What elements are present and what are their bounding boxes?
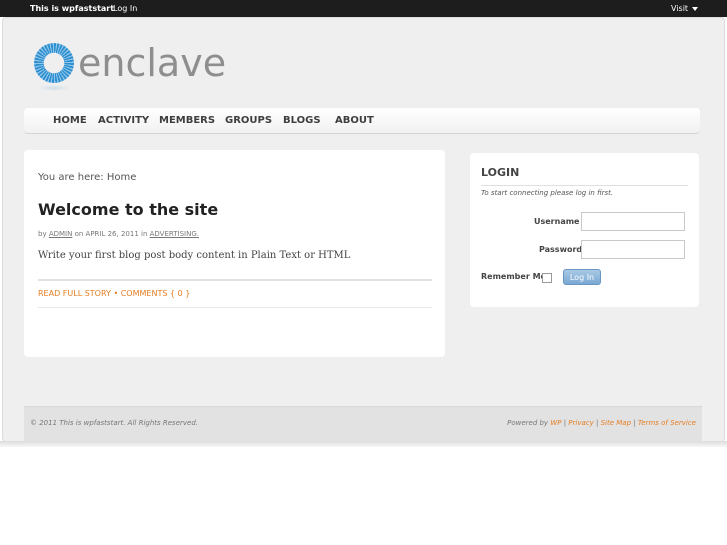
divider xyxy=(38,279,432,281)
footer-sep: | xyxy=(563,419,567,427)
footer: © 2011 This is wpfaststart. All Rights R… xyxy=(24,406,702,441)
post-title[interactable]: Welcome to the site xyxy=(38,200,218,219)
password-field[interactable] xyxy=(581,240,685,259)
admin-bar-site-link[interactable]: This is wpfaststart xyxy=(30,4,114,13)
admin-bar-visit-menu[interactable]: Visit xyxy=(671,4,688,13)
powered-by-text: Powered by xyxy=(507,419,549,427)
footer-copyright: © 2011 This is wpfaststart. All Rights R… xyxy=(30,419,199,427)
username-field[interactable] xyxy=(581,212,685,231)
nav-item-members[interactable]: MEMBERS xyxy=(159,115,215,126)
site-logo-text[interactable]: enclave xyxy=(78,41,226,85)
comments-link[interactable]: COMMENTS { 0 } xyxy=(121,289,191,298)
logo-reflection xyxy=(38,85,70,91)
post-links: READ FULL STORY • COMMENTS { 0 } xyxy=(38,289,190,298)
nav-item-activity[interactable]: ACTIVITY xyxy=(98,115,149,126)
remember-me-label: Remember Me xyxy=(481,272,546,281)
login-button[interactable]: Log In xyxy=(563,269,601,285)
footer-sep: | xyxy=(596,419,599,427)
nav-item-about[interactable]: ABOUT xyxy=(335,115,374,126)
divider xyxy=(38,307,432,308)
nav-item-groups[interactable]: GROUPS xyxy=(225,115,272,126)
content-box: You are here: Home Welcome to the site b… xyxy=(24,150,445,357)
terms-link[interactable]: Terms of Service xyxy=(638,419,696,427)
username-label: Username xyxy=(534,217,580,226)
main-nav: HOME ACTIVITY MEMBERS GROUPS BLOGS ABOUT xyxy=(24,108,700,134)
login-title: LOGIN xyxy=(481,166,520,179)
password-label: Password xyxy=(539,245,583,254)
admin-bar-login-link[interactable]: Log In xyxy=(113,4,137,13)
meta-by: by xyxy=(38,230,47,238)
sunburst-logo-icon[interactable] xyxy=(34,43,74,91)
footer-links: Powered by WP | Privacy | Site Map | Ter… xyxy=(507,419,696,427)
post-body: Write your first blog post body content … xyxy=(38,250,351,261)
admin-bar: This is wpfaststart Log In Visit xyxy=(0,0,727,17)
footer-sep: | xyxy=(633,419,636,427)
login-widget: LOGIN To start connecting please log in … xyxy=(470,153,699,307)
divider xyxy=(481,185,688,186)
category-link[interactable]: ADVERTISING. xyxy=(150,230,199,238)
wp-link[interactable]: WP xyxy=(550,419,561,427)
author-link[interactable]: ADMIN xyxy=(49,230,73,238)
login-note: To start connecting please log in first. xyxy=(481,189,614,197)
remember-me-checkbox[interactable] xyxy=(542,273,552,283)
read-more-link[interactable]: READ FULL STORY xyxy=(38,289,111,298)
privacy-link[interactable]: Privacy xyxy=(568,419,593,427)
caret-down-icon[interactable] xyxy=(692,7,698,11)
bullet: • xyxy=(113,289,119,298)
page-shadow xyxy=(0,441,727,447)
post-meta: by ADMIN on APRIL 26, 2011 in ADVERTISIN… xyxy=(38,230,199,238)
nav-item-home[interactable]: HOME xyxy=(53,115,87,126)
site-map-link[interactable]: Site Map xyxy=(601,419,631,427)
breadcrumb: You are here: Home xyxy=(38,172,137,183)
meta-date: on APRIL 26, 2011 in xyxy=(74,230,148,238)
nav-item-blogs[interactable]: BLOGS xyxy=(283,115,321,126)
